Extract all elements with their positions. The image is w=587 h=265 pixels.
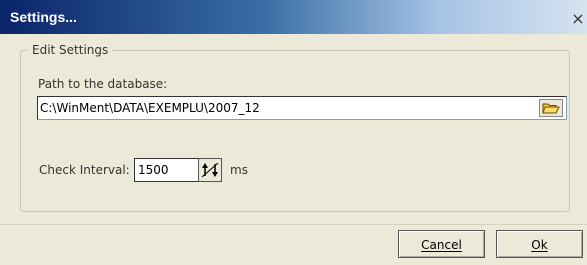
spin-up-down-icon: [201, 162, 219, 178]
check-interval-input[interactable]: 1500: [134, 158, 198, 182]
database-path-input[interactable]: C:\WinMent\DATA\EXEMPLU\2007_12: [37, 96, 567, 120]
ok-button[interactable]: Ok: [496, 230, 583, 258]
folder-open-icon: [542, 103, 560, 114]
browse-button[interactable]: [539, 99, 563, 117]
check-interval-label: Check Interval:: [39, 163, 130, 177]
close-button[interactable]: ×: [571, 11, 585, 27]
database-path-label: Path to the database:: [38, 77, 168, 91]
edit-settings-groupbox: [20, 50, 570, 212]
groupbox-label: Edit Settings: [28, 43, 113, 57]
footer-divider: [0, 224, 587, 225]
window-title: Settings...: [10, 9, 77, 25]
ok-button-label: Ok: [531, 238, 548, 252]
interval-spinner[interactable]: [198, 158, 222, 182]
cancel-button[interactable]: Cancel: [398, 230, 485, 258]
interval-unit-label: ms: [230, 163, 248, 177]
cancel-button-label: Cancel: [421, 238, 462, 252]
title-bar: Settings... ×: [0, 0, 587, 34]
